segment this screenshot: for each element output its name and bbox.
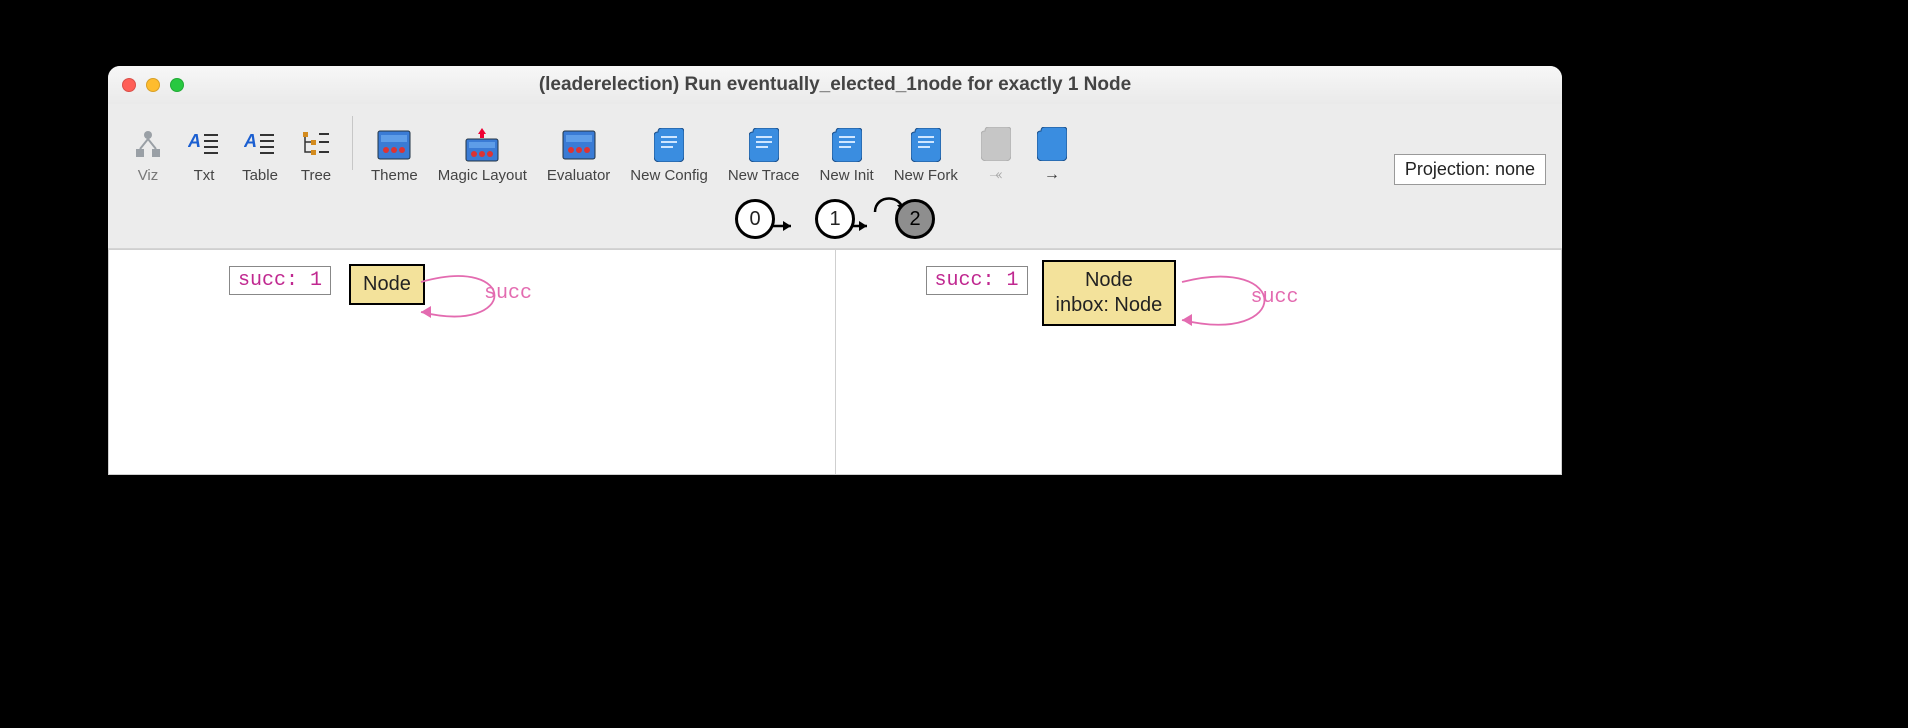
tree-icon (298, 127, 334, 163)
new-trace-button[interactable]: New Trace (718, 127, 810, 184)
toolbar: Viz A Txt A (108, 104, 1562, 190)
tree-button[interactable]: Tree (288, 127, 344, 184)
projection-dropdown[interactable]: Projection: none (1394, 154, 1546, 185)
prev-button[interactable]: ⤛ (968, 126, 1024, 184)
viz-button[interactable]: Viz (120, 127, 176, 184)
app-window: (leaderelection) Run eventually_elected_… (108, 66, 1562, 468)
magic-layout-button[interactable]: Magic Layout (428, 127, 537, 184)
trace-bar: 0 1 2 (108, 190, 1562, 248)
titlebar: (leaderelection) Run eventually_elected_… (108, 66, 1562, 104)
viz-panes: succ: 1 Node succ succ: 1 Node inbox (108, 248, 1562, 475)
node-box[interactable]: Node inbox: Node (1042, 260, 1177, 326)
svg-text:A: A (188, 131, 201, 151)
toolbar-label: Magic Layout (438, 167, 527, 184)
edge-label: succ (1251, 286, 1299, 309)
viz-pane-left[interactable]: succ: 1 Node succ (108, 249, 836, 475)
window-controls (122, 78, 184, 92)
node-box[interactable]: Node (349, 264, 425, 305)
magic-layout-icon (464, 127, 500, 163)
succ-badge: succ: 1 (926, 266, 1028, 295)
arrow-right-icon: → (1044, 166, 1060, 184)
trace-state-0[interactable]: 0 (735, 199, 775, 239)
trace-state-2[interactable]: 2 (895, 199, 935, 239)
viz-pane-right[interactable]: succ: 1 Node inbox: Node succ (836, 249, 1563, 475)
scroll-next-icon (1034, 126, 1070, 162)
toolbar-label: New Fork (894, 167, 958, 184)
theme-button[interactable]: Theme (361, 127, 428, 184)
scroll-icon (908, 127, 944, 163)
toolbar-label: Table (242, 167, 278, 184)
scroll-icon (829, 127, 865, 163)
toolbar-label: New Init (820, 167, 874, 184)
scroll-prev-icon (978, 126, 1014, 162)
projection-label: Projection: none (1405, 159, 1535, 179)
evaluator-icon (561, 127, 597, 163)
toolbar-label: Tree (301, 167, 331, 184)
scroll-icon (746, 127, 782, 163)
succ-badge: succ: 1 (229, 266, 331, 295)
scroll-icon (651, 127, 687, 163)
new-init-button[interactable]: New Init (810, 127, 884, 184)
toolbar-label: Txt (194, 167, 215, 184)
edge-label: succ (484, 282, 532, 305)
new-config-button[interactable]: New Config (620, 127, 718, 184)
window-title: (leaderelection) Run eventually_elected_… (108, 74, 1562, 96)
txt-button[interactable]: A Txt (176, 127, 232, 184)
trace-state-1[interactable]: 1 (815, 199, 855, 239)
next-button[interactable]: → (1024, 126, 1080, 184)
text-icon: A (186, 127, 222, 163)
table-button[interactable]: A Table (232, 127, 288, 184)
table-icon: A (242, 127, 278, 163)
toolbar-label: Evaluator (547, 167, 610, 184)
zoom-icon[interactable] (170, 78, 184, 92)
minimize-icon[interactable] (146, 78, 160, 92)
close-icon[interactable] (122, 78, 136, 92)
toolbar-label: New Config (630, 167, 708, 184)
arrow-first-icon: ⤛ (990, 166, 1003, 184)
svg-text:A: A (244, 131, 257, 151)
evaluator-button[interactable]: Evaluator (537, 127, 620, 184)
separator (352, 116, 353, 170)
toolbar-label: New Trace (728, 167, 800, 184)
viz-icon (130, 127, 166, 163)
toolbar-label: Viz (138, 167, 159, 184)
toolbar-label: Theme (371, 167, 418, 184)
new-fork-button[interactable]: New Fork (884, 127, 968, 184)
theme-icon (376, 127, 412, 163)
